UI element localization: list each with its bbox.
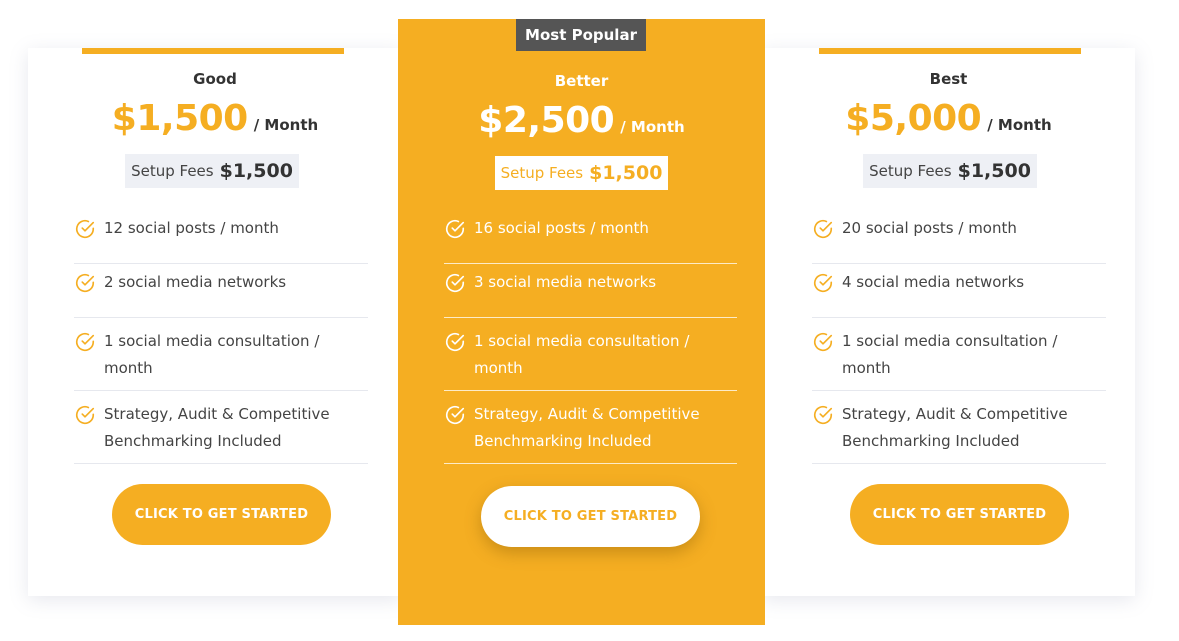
setup-fees: Setup Fees $1,500 xyxy=(495,156,668,190)
check-circle-icon xyxy=(445,220,465,238)
get-started-button[interactable]: CLICK TO GET STARTED xyxy=(481,486,700,547)
plan-price: $2,500 xyxy=(478,100,615,141)
feature-text: 3 social media networks xyxy=(474,273,657,291)
plan-name: Good xyxy=(193,70,237,88)
feature-text: 1 social media consultation / month xyxy=(104,332,320,377)
feature-text: 20 social posts / month xyxy=(842,219,1017,237)
most-popular-badge: Most Popular xyxy=(516,19,646,51)
feature-item: Strategy, Audit & Competitive Benchmarki… xyxy=(74,391,368,464)
feature-text: 16 social posts / month xyxy=(474,219,649,237)
check-circle-icon xyxy=(75,333,95,351)
setup-fees-label: Setup Fees xyxy=(500,164,584,182)
feature-text: 1 social media consultation / month xyxy=(474,332,690,377)
plan-name: Best xyxy=(929,70,968,88)
card-accent-bar xyxy=(82,48,344,54)
check-circle-icon xyxy=(75,406,95,424)
feature-item: Strategy, Audit & Competitive Benchmarki… xyxy=(444,391,737,464)
feature-text: 4 social media networks xyxy=(842,273,1025,291)
feature-item: 20 social posts / month xyxy=(812,210,1106,264)
plan-price: $1,500 xyxy=(111,98,248,139)
get-started-button[interactable]: CLICK TO GET STARTED xyxy=(850,484,1069,545)
setup-fees-label: Setup Fees xyxy=(131,162,214,180)
price-row: $2,500 / Month xyxy=(398,100,765,141)
plan-period: / Month xyxy=(620,118,685,136)
setup-fees: Setup Fees $1,500 xyxy=(125,154,299,188)
feature-item: 1 social media consultation / month xyxy=(74,318,368,391)
feature-item: 4 social media networks xyxy=(812,264,1106,318)
setup-fees-amount: $1,500 xyxy=(957,160,1031,182)
check-circle-icon xyxy=(813,406,833,424)
price-row: $1,500 / Month xyxy=(28,98,402,139)
feature-text: 1 social media consultation / month xyxy=(842,332,1058,377)
feature-text: Strategy, Audit & Competitive Benchmarki… xyxy=(842,405,1068,450)
check-circle-icon xyxy=(813,220,833,238)
feature-item: 1 social media consultation / month xyxy=(812,318,1106,391)
feature-text: Strategy, Audit & Competitive Benchmarki… xyxy=(474,405,700,450)
plan-period: / Month xyxy=(253,116,319,134)
feature-item: 12 social posts / month xyxy=(74,210,368,264)
feature-item: Strategy, Audit & Competitive Benchmarki… xyxy=(812,391,1106,464)
plan-period: / Month xyxy=(987,116,1052,134)
price-row: $5,000 / Month xyxy=(762,98,1135,139)
feature-item: 2 social media networks xyxy=(74,264,368,318)
setup-fees-amount: $1,500 xyxy=(219,160,293,182)
feature-text: 12 social posts / month xyxy=(104,219,279,237)
pricing-card-better: Most Popular Better $2,500 / Month Setup… xyxy=(398,19,765,625)
get-started-button[interactable]: CLICK TO GET STARTED xyxy=(112,484,331,545)
plan-name: Better xyxy=(554,72,609,90)
check-circle-icon xyxy=(75,274,95,292)
setup-fees-label: Setup Fees xyxy=(869,162,952,180)
card-accent-bar xyxy=(819,48,1081,54)
feature-item: 3 social media networks xyxy=(444,264,737,318)
check-circle-icon xyxy=(445,333,465,351)
check-circle-icon xyxy=(445,274,465,292)
check-circle-icon xyxy=(445,406,465,424)
feature-item: 16 social posts / month xyxy=(444,210,737,264)
feature-list: 20 social posts / month 4 social media n… xyxy=(812,210,1106,464)
check-circle-icon xyxy=(75,220,95,238)
setup-fees-amount: $1,500 xyxy=(589,162,663,184)
feature-text: 2 social media networks xyxy=(104,273,287,291)
feature-text: Strategy, Audit & Competitive Benchmarki… xyxy=(104,405,330,450)
feature-list: 12 social posts / month 2 social media n… xyxy=(74,210,368,464)
feature-item: 1 social media consultation / month xyxy=(444,318,737,391)
pricing-card-good: Good $1,500 / Month Setup Fees $1,500 12… xyxy=(28,48,402,596)
feature-list: 16 social posts / month 3 social media n… xyxy=(444,210,737,464)
check-circle-icon xyxy=(813,274,833,292)
plan-price: $5,000 xyxy=(845,98,982,139)
check-circle-icon xyxy=(813,333,833,351)
setup-fees: Setup Fees $1,500 xyxy=(863,154,1037,188)
pricing-card-best: Best $5,000 / Month Setup Fees $1,500 20… xyxy=(762,48,1135,596)
